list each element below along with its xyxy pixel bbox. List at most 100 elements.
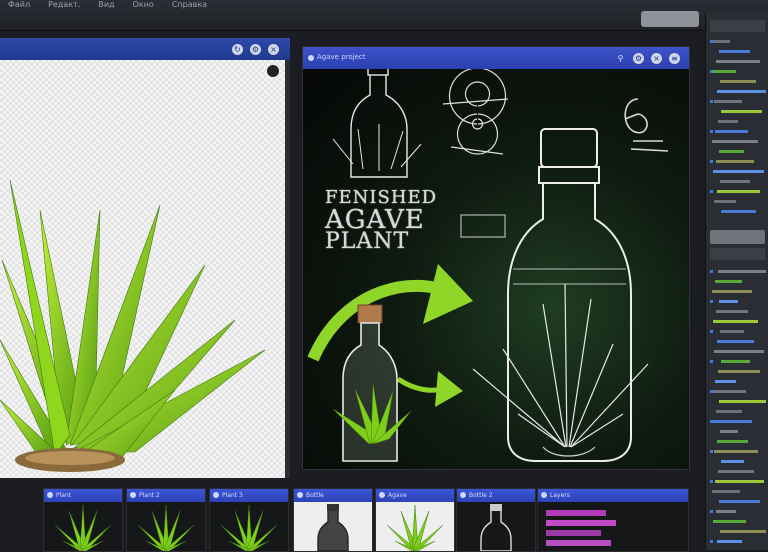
code-line xyxy=(716,60,760,63)
thumbnail-bottle-cap xyxy=(327,504,339,511)
menu-item-help[interactable]: Справка xyxy=(172,0,207,10)
code-line xyxy=(716,310,748,313)
code-line xyxy=(719,400,766,403)
thumbnail-bar xyxy=(546,510,606,516)
code-line xyxy=(720,530,766,533)
code-line xyxy=(712,140,758,143)
menu-item-edit[interactable]: Редакт. xyxy=(48,0,80,10)
thumbnail-preview xyxy=(44,502,122,551)
code-line xyxy=(717,90,766,93)
code-gutter-mark xyxy=(710,330,713,333)
code-line xyxy=(720,330,744,333)
thumbnail-header: Layers xyxy=(538,489,688,502)
output-canvas[interactable]: FENISHED AGAVE PLANT xyxy=(303,69,689,469)
thumbnail-preview xyxy=(294,502,372,551)
settings-icon[interactable]: ⚙ xyxy=(250,44,261,55)
code-line xyxy=(720,80,756,83)
settings-icon[interactable]: ⚙ xyxy=(633,53,644,64)
thumbnail-header: Agave xyxy=(376,489,454,502)
menu-item-file[interactable]: Файл xyxy=(8,0,30,10)
code-line xyxy=(714,350,764,353)
code-line xyxy=(714,200,736,203)
code-line xyxy=(718,120,738,123)
thumbnail-item[interactable]: Plant 2 xyxy=(126,488,206,552)
code-line xyxy=(716,510,736,513)
thumbnail-header: Plant 3 xyxy=(210,489,288,502)
menu-item-view[interactable]: Вид xyxy=(98,0,114,10)
thumbnail-header: Bottle 2 xyxy=(457,489,535,502)
code-line xyxy=(718,270,766,273)
code-gutter-mark xyxy=(710,420,713,423)
spiral-sketch xyxy=(442,69,509,155)
link-icon[interactable]: ⚲ xyxy=(615,53,626,64)
source-image-panel: ↻ ⚙ × xyxy=(0,38,290,478)
thumbnail-item[interactable]: Plant 3 xyxy=(209,488,289,552)
code-line xyxy=(719,300,738,303)
layers-panel xyxy=(705,12,768,550)
code-line xyxy=(712,490,740,493)
thumbnail-item[interactable]: Plant xyxy=(43,488,123,552)
small-arrow-head xyxy=(435,371,463,407)
thumbnail-preview xyxy=(538,502,688,551)
code-line xyxy=(714,100,742,103)
thumbnail-bottle xyxy=(317,509,349,551)
code-gutter-mark xyxy=(710,190,713,193)
thumbnail-bottle xyxy=(480,509,512,551)
code-gutter-mark xyxy=(710,390,713,393)
output-panel-title: Agave project xyxy=(317,53,366,61)
source-canvas[interactable] xyxy=(0,60,285,478)
code-line xyxy=(717,340,754,343)
code-line xyxy=(720,430,738,433)
code-line xyxy=(721,360,750,363)
agave-plant-image xyxy=(0,179,266,472)
code-gutter-mark xyxy=(710,450,713,453)
source-panel-header: ↻ ⚙ × xyxy=(0,38,290,60)
emblem-sketch xyxy=(460,214,506,238)
menu-icon[interactable]: ≡ xyxy=(669,53,680,64)
thumbnail-label: Layers xyxy=(550,492,570,499)
code-line xyxy=(717,190,760,193)
code-line xyxy=(720,180,750,183)
thumbnail-item[interactable]: Layers xyxy=(537,488,689,552)
thumbnail-art xyxy=(137,504,195,551)
thumbnail-dot-icon xyxy=(460,492,466,498)
code-line xyxy=(719,50,750,53)
app-toolbar: Файл Редакт. Вид Окно Справка xyxy=(0,0,768,31)
thumbnail-dot-icon xyxy=(130,492,136,498)
code-line xyxy=(713,420,752,423)
code-gutter-mark xyxy=(710,360,713,363)
code-line xyxy=(715,280,742,283)
sketch-illustration xyxy=(307,69,669,462)
close-icon[interactable]: × xyxy=(268,44,279,55)
thumbnail-art xyxy=(480,504,512,551)
thumbnail-art xyxy=(386,504,444,551)
code-line xyxy=(712,390,746,393)
refresh-icon[interactable]: ↻ xyxy=(232,44,243,55)
thumbnail-preview xyxy=(127,502,205,551)
code-gutter-mark xyxy=(710,480,713,483)
close-icon[interactable]: × xyxy=(651,53,662,64)
thumbnail-label: Plant xyxy=(56,492,72,499)
toolbar-action-button[interactable] xyxy=(641,11,699,27)
menu-item-window[interactable]: Окно xyxy=(133,0,154,10)
code-lines xyxy=(710,40,766,543)
thumbnail-art xyxy=(54,504,112,551)
large-bottle-sketch xyxy=(507,128,632,462)
thumbnail-preview xyxy=(376,502,454,551)
code-line xyxy=(714,450,758,453)
thumbnail-dot-icon xyxy=(541,492,547,498)
code-line xyxy=(715,480,764,483)
code-gutter-mark xyxy=(710,70,713,73)
thumbnail-item[interactable]: Bottle 2 xyxy=(456,488,536,552)
thumbnail-bottle-cap xyxy=(490,504,502,511)
code-line xyxy=(719,500,760,503)
menu-bar: Файл Редакт. Вид Окно Справка xyxy=(8,0,207,10)
thumbnail-label: Plant 3 xyxy=(222,492,243,499)
code-line xyxy=(718,470,754,473)
code-gutter-mark xyxy=(710,160,713,163)
thumbnail-item[interactable]: Bottle xyxy=(293,488,373,552)
code-line xyxy=(716,410,742,413)
thumbnail-item[interactable]: Agave xyxy=(375,488,455,552)
thumbnail-label: Bottle 2 xyxy=(469,492,493,499)
thumbnail-label: Plant 2 xyxy=(139,492,160,499)
